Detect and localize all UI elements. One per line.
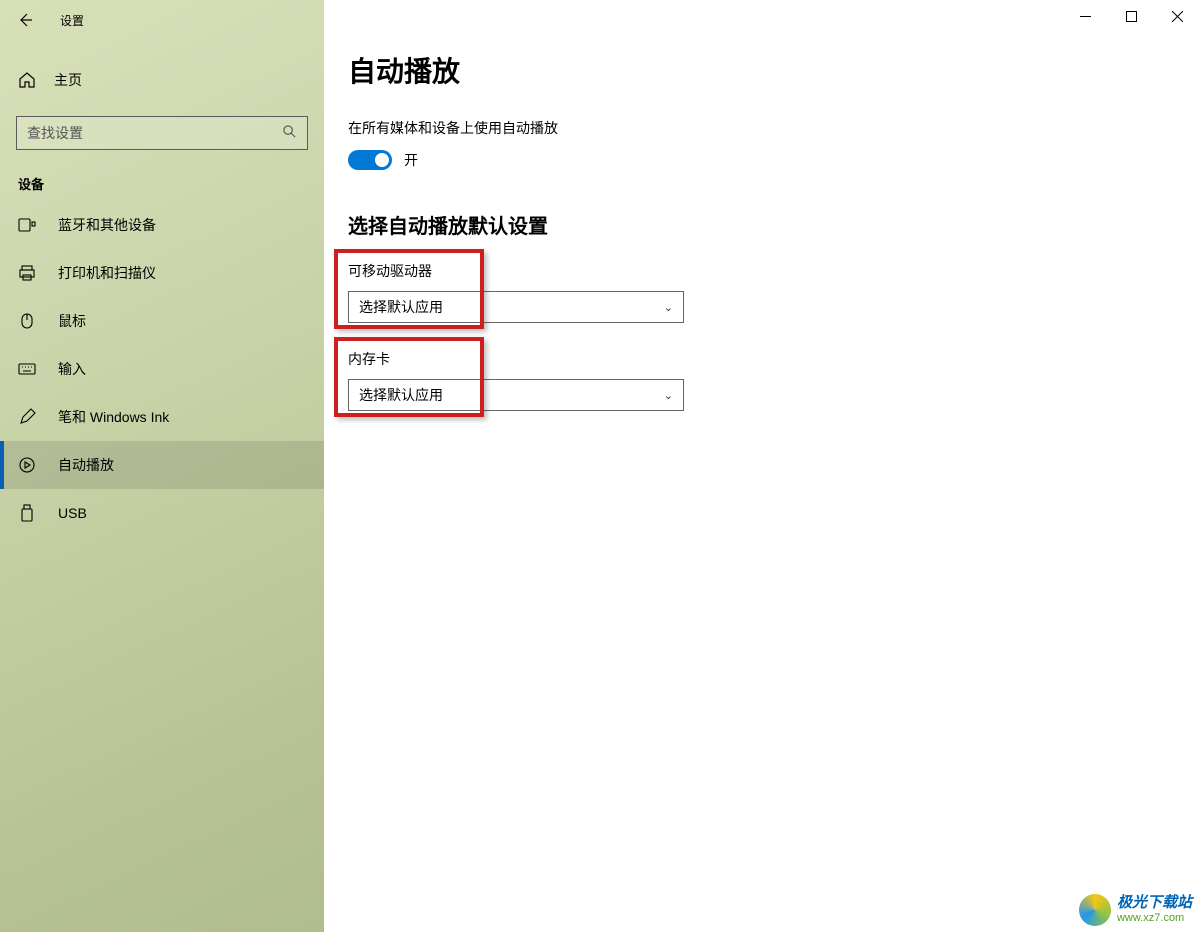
search-icon [282,124,297,142]
dropdown-value: 选择默认应用 [359,385,443,405]
chevron-down-icon: ⌄ [664,389,673,402]
sidebar-item-printers[interactable]: 打印机和扫描仪 [0,249,324,297]
close-icon [1172,11,1183,22]
sidebar-item-label: 鼠标 [58,311,86,331]
bluetooth-icon [18,216,36,234]
printer-icon [18,264,36,282]
pen-icon [18,408,36,426]
sidebar: 设置 主页 设备 蓝牙和其他设备 [0,0,324,932]
sidebar-item-label: USB [58,505,87,521]
category-header: 设备 [0,150,324,201]
keyboard-icon [18,360,36,378]
memory-card-group: 内存卡 选择默认应用 ⌄ [348,349,698,411]
sidebar-item-mouse[interactable]: 鼠标 [0,297,324,345]
sidebar-item-label: 蓝牙和其他设备 [58,215,156,235]
sidebar-item-label: 输入 [58,359,86,379]
maximize-icon [1126,11,1137,22]
back-button[interactable] [14,9,36,31]
sidebar-item-usb[interactable]: USB [0,489,324,537]
dropdown-value: 选择默认应用 [359,297,443,317]
home-icon [18,71,36,89]
search-box[interactable] [16,116,308,150]
maximize-button[interactable] [1108,0,1154,32]
sidebar-item-pen[interactable]: 笔和 Windows Ink [0,393,324,441]
minimize-button[interactable] [1062,0,1108,32]
home-label: 主页 [54,70,82,90]
autoplay-toggle[interactable] [348,150,392,170]
arrow-left-icon [17,12,33,28]
sidebar-item-label: 打印机和扫描仪 [58,263,156,283]
removable-drive-label: 可移动驱动器 [348,261,698,281]
mouse-icon [18,312,36,330]
app-title: 设置 [60,12,84,29]
usb-icon [18,504,36,522]
watermark-line1: 极光下载站 [1117,894,1192,912]
sidebar-item-bluetooth[interactable]: 蓝牙和其他设备 [0,201,324,249]
page-title: 自动播放 [348,50,1200,90]
removable-drive-dropdown[interactable]: 选择默认应用 ⌄ [348,291,684,323]
memory-card-dropdown[interactable]: 选择默认应用 ⌄ [348,379,684,411]
sidebar-item-label: 笔和 Windows Ink [58,407,169,427]
close-button[interactable] [1154,0,1200,32]
chevron-down-icon: ⌄ [664,301,673,314]
defaults-section-title: 选择自动播放默认设置 [348,210,1200,239]
watermark-line2: www.xz7.com [1117,912,1192,925]
sidebar-item-autoplay[interactable]: 自动播放 [0,441,324,489]
main-content: 自动播放 在所有媒体和设备上使用自动播放 开 选择自动播放默认设置 可移动驱动器… [324,0,1200,932]
search-input[interactable] [27,125,282,141]
sidebar-item-typing[interactable]: 输入 [0,345,324,393]
watermark: 极光下载站 www.xz7.com [1079,894,1192,926]
watermark-logo-icon [1079,894,1111,926]
minimize-icon [1080,11,1091,22]
toggle-state-label: 开 [404,150,418,170]
removable-drive-group: 可移动驱动器 选择默认应用 ⌄ [348,261,698,323]
titlebar: 设置 [0,0,324,40]
sidebar-item-label: 自动播放 [58,455,114,475]
memory-card-label: 内存卡 [348,349,698,369]
autoplay-enable-label: 在所有媒体和设备上使用自动播放 [348,118,1200,138]
window-controls [1062,0,1200,32]
home-link[interactable]: 主页 [0,60,324,100]
autoplay-icon [18,456,36,474]
